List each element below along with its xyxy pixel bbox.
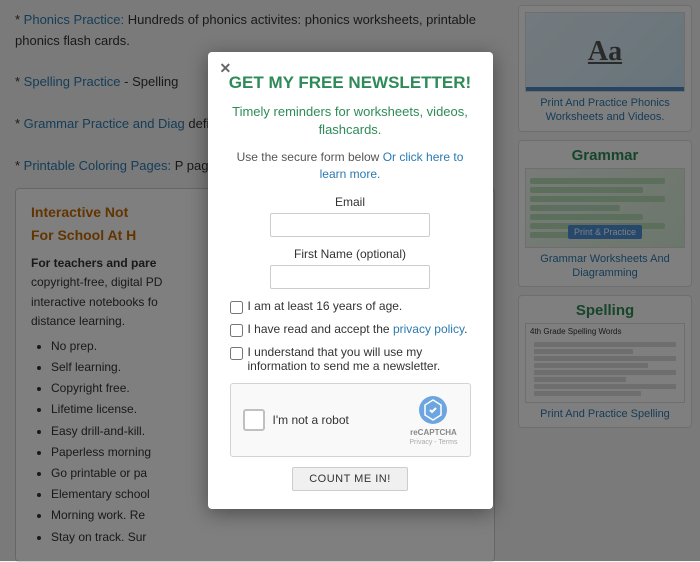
age-checkbox-label: I am at least 16 years of age.	[248, 299, 403, 313]
newsletter-checkbox[interactable]	[230, 347, 243, 360]
recaptcha-label: I'm not a robot	[273, 413, 349, 427]
age-checkbox-group: I am at least 16 years of age.	[226, 299, 475, 314]
email-label: Email	[226, 195, 475, 209]
newsletter-modal: ✕ GET MY FREE NEWSLETTER! Timely reminde…	[208, 52, 493, 508]
modal-subtitle: Timely reminders for worksheets, videos,…	[226, 103, 475, 139]
modal-close-button[interactable]: ✕	[220, 60, 232, 77]
recaptcha-widget[interactable]: I'm not a robot reCAPTCHA Privacy - Term…	[230, 383, 471, 457]
recaptcha-logo-icon	[417, 394, 449, 426]
modal-secure-text: Use the secure form below Or click here …	[226, 149, 475, 183]
privacy-checkbox-group: I have read and accept the privacy polic…	[226, 322, 475, 337]
recaptcha-checkbox[interactable]	[243, 409, 265, 431]
recaptcha-terms-label: Privacy - Terms	[409, 439, 457, 446]
email-input[interactable]	[270, 213, 430, 237]
firstname-label: First Name (optional)	[226, 247, 475, 261]
submit-button[interactable]: COUNT ME IN!	[292, 467, 408, 491]
firstname-group: First Name (optional)	[226, 247, 475, 289]
newsletter-checkbox-label: I understand that you will use my inform…	[248, 345, 471, 373]
firstname-input[interactable]	[270, 265, 430, 289]
modal-title: GET MY FREE NEWSLETTER!	[226, 72, 475, 94]
email-group: Email	[226, 195, 475, 237]
recaptcha-brand-label: reCAPTCHA	[410, 428, 457, 437]
privacy-policy-link[interactable]: privacy policy	[393, 322, 464, 336]
age-checkbox[interactable]	[230, 301, 243, 314]
newsletter-checkbox-group: I understand that you will use my inform…	[226, 345, 475, 373]
privacy-checkbox-label: I have read and accept the privacy polic…	[248, 322, 468, 336]
recaptcha-left: I'm not a robot	[243, 409, 349, 431]
recaptcha-right: reCAPTCHA Privacy - Terms	[409, 394, 457, 446]
modal-overlay: ✕ GET MY FREE NEWSLETTER! Timely reminde…	[0, 0, 700, 561]
privacy-checkbox[interactable]	[230, 324, 243, 337]
